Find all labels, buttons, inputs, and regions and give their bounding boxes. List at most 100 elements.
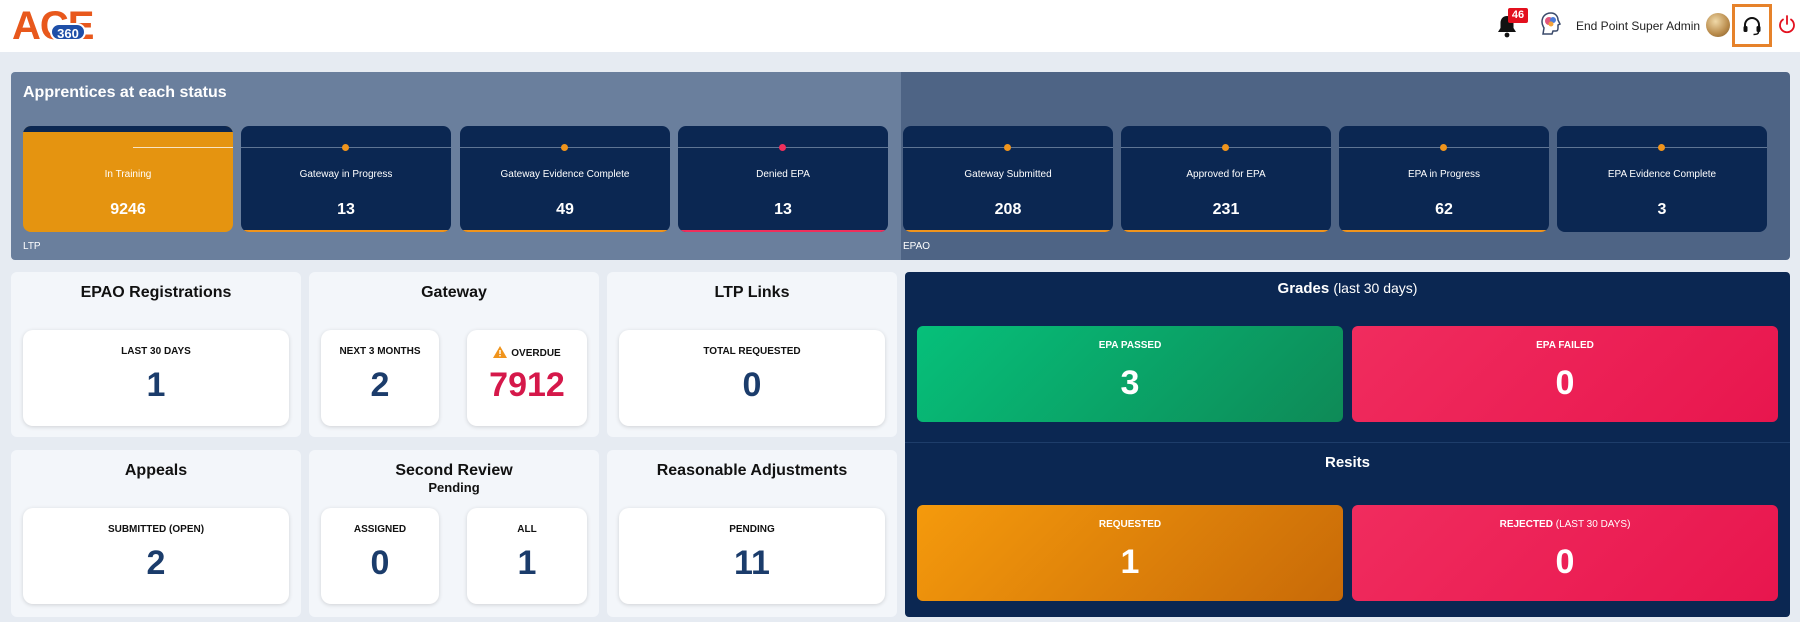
second-review-assigned[interactable]: ASSIGNED 0 bbox=[321, 508, 439, 604]
progress-line bbox=[133, 147, 233, 148]
notification-count-badge: 46 bbox=[1508, 8, 1528, 23]
status-dot bbox=[1222, 144, 1229, 151]
metric-period: (LAST 30 DAYS) bbox=[1555, 519, 1631, 530]
grades-title: Grades (last 30 days) bbox=[905, 280, 1790, 297]
metric-value: 0 bbox=[370, 544, 390, 582]
metric-value: 0 bbox=[1555, 543, 1575, 581]
epao-group-label: EPAO bbox=[903, 241, 931, 252]
metric-label: EPA PASSED bbox=[1098, 340, 1162, 351]
status-value: 13 bbox=[337, 201, 355, 218]
status-dot bbox=[561, 144, 568, 151]
status-label: EPA Evidence Complete bbox=[1607, 169, 1717, 180]
logo-badge: 360 bbox=[50, 23, 86, 41]
status-value: 62 bbox=[1435, 201, 1453, 218]
status-card-approved-for-epa[interactable]: Approved for EPA 231 bbox=[1121, 126, 1331, 232]
ltp-links-total-requested[interactable]: TOTAL REQUESTED 0 bbox=[619, 330, 885, 426]
power-logout-icon[interactable] bbox=[1778, 14, 1796, 34]
metric-value: 7912 bbox=[489, 366, 565, 404]
reasonable-adjustments-card: Reasonable Adjustments PENDING 11 bbox=[607, 450, 897, 617]
user-avatar[interactable] bbox=[1706, 13, 1730, 37]
status-label: In Training bbox=[104, 169, 152, 180]
appeals-submitted-open[interactable]: SUBMITTED (OPEN) 2 bbox=[23, 508, 289, 604]
section-divider bbox=[905, 442, 1790, 443]
status-value: 49 bbox=[556, 201, 574, 218]
brain-head-icon[interactable] bbox=[1538, 11, 1566, 39]
metric-label: ASSIGNED bbox=[353, 524, 407, 535]
status-label: Gateway in Progress bbox=[299, 169, 393, 180]
status-dot bbox=[342, 144, 349, 151]
metric-label: OVERDUE bbox=[511, 348, 561, 359]
metric-label: SUBMITTED (OPEN) bbox=[107, 524, 205, 535]
metric-label: REJECTED bbox=[1499, 519, 1553, 530]
card-title: Gateway bbox=[421, 284, 487, 301]
metric-value: 1 bbox=[146, 366, 166, 404]
ltp-links-card: LTP Links TOTAL REQUESTED 0 bbox=[607, 272, 897, 437]
status-card-gateway-submitted[interactable]: Gateway Submitted 208 bbox=[903, 126, 1113, 232]
status-label: Approved for EPA bbox=[1186, 169, 1266, 180]
metric-label: EPA FAILED bbox=[1536, 340, 1594, 351]
status-card-denied-epa[interactable]: Denied EPA 13 bbox=[678, 126, 888, 232]
second-review-all[interactable]: ALL 1 bbox=[467, 508, 587, 604]
card-subtitle: Pending bbox=[428, 480, 480, 495]
status-dot bbox=[1004, 144, 1011, 151]
status-value: 3 bbox=[1657, 201, 1667, 218]
resits-rejected-card[interactable]: REJECTED (LAST 30 DAYS) 0 bbox=[1352, 505, 1778, 601]
warning-icon bbox=[493, 346, 508, 358]
epao-status-group: Gateway Submitted 208 Approved for EPA 2… bbox=[901, 72, 1790, 260]
reasonable-adjustments-pending[interactable]: PENDING 11 bbox=[619, 508, 885, 604]
status-label: Gateway Submitted bbox=[964, 169, 1052, 180]
status-card-epa-in-progress[interactable]: EPA in Progress 62 bbox=[1339, 126, 1549, 232]
metric-label-row: OVERDUE bbox=[467, 346, 587, 359]
headset-support-icon[interactable] bbox=[1741, 14, 1763, 36]
metric-value: 1 bbox=[1120, 543, 1140, 581]
card-title: Appeals bbox=[124, 462, 188, 479]
status-card-epa-evidence-complete[interactable]: EPA Evidence Complete 3 bbox=[1557, 126, 1767, 232]
card-title: Reasonable Adjustments bbox=[656, 462, 848, 479]
status-card-in-training[interactable]: In Training 9246 bbox=[23, 126, 233, 232]
epao-registrations-last-30-days[interactable]: LAST 30 DAYS 1 bbox=[23, 330, 289, 426]
metric-label: PENDING bbox=[729, 524, 775, 535]
ltp-group-label: LTP bbox=[23, 241, 41, 252]
epa-passed-card[interactable]: EPA PASSED 3 bbox=[917, 326, 1343, 422]
status-label: Gateway Evidence Complete bbox=[500, 169, 630, 180]
status-label: Denied EPA bbox=[756, 169, 810, 180]
metric-label: TOTAL REQUESTED bbox=[703, 346, 801, 357]
metric-label-row: REJECTED (LAST 30 DAYS) bbox=[1352, 519, 1778, 530]
status-value: 9246 bbox=[110, 201, 146, 218]
ltp-status-group: Apprentices at each status In Training 9… bbox=[11, 72, 901, 260]
status-value: 208 bbox=[994, 201, 1022, 218]
gateway-next-3-months[interactable]: NEXT 3 MONTHS 2 bbox=[321, 330, 439, 426]
metric-value: 0 bbox=[1555, 364, 1575, 402]
epao-registrations-card: EPAO Registrations LAST 30 DAYS 1 bbox=[11, 272, 301, 437]
grades-period: (last 30 days) bbox=[1333, 280, 1418, 296]
metric-label: REQUESTED bbox=[1098, 519, 1162, 530]
metric-value: 11 bbox=[734, 544, 770, 582]
metric-label: NEXT 3 MONTHS bbox=[339, 346, 421, 357]
panel-title: Apprentices at each status bbox=[23, 84, 227, 101]
card-bottom-bar bbox=[241, 230, 451, 232]
metric-label: LAST 30 DAYS bbox=[121, 346, 191, 357]
appeals-card: Appeals SUBMITTED (OPEN) 2 bbox=[11, 450, 301, 617]
status-dot bbox=[1440, 144, 1447, 151]
gateway-card: Gateway NEXT 3 MONTHS 2 OVERDUE 7912 bbox=[309, 272, 599, 437]
ace360-logo[interactable]: ACE 360 bbox=[12, 6, 104, 46]
gateway-overdue[interactable]: OVERDUE 7912 bbox=[467, 330, 587, 426]
status-card-gateway-in-progress[interactable]: Gateway in Progress 13 bbox=[241, 126, 451, 232]
status-value: 13 bbox=[774, 201, 792, 218]
user-name[interactable]: End Point Super Admin bbox=[1576, 19, 1700, 33]
top-bar: ACE 360 46 End Point Super Admin bbox=[0, 0, 1800, 52]
card-bottom-bar bbox=[1339, 230, 1549, 232]
resits-requested-card[interactable]: REQUESTED 1 bbox=[917, 505, 1343, 601]
metric-label: ALL bbox=[517, 524, 537, 535]
metric-value: 0 bbox=[742, 366, 762, 404]
card-top-strip bbox=[23, 126, 233, 132]
status-card-gateway-evidence-complete[interactable]: Gateway Evidence Complete 49 bbox=[460, 126, 670, 232]
status-dot bbox=[1658, 144, 1665, 151]
metric-value: 2 bbox=[370, 366, 390, 404]
grades-title-text: Grades bbox=[1277, 280, 1330, 297]
epa-failed-card[interactable]: EPA FAILED 0 bbox=[1352, 326, 1778, 422]
metric-value: 2 bbox=[146, 544, 166, 582]
card-title: EPAO Registrations bbox=[80, 284, 232, 301]
apprentices-status-panel: Apprentices at each status In Training 9… bbox=[11, 72, 1790, 260]
status-dot bbox=[779, 144, 786, 151]
